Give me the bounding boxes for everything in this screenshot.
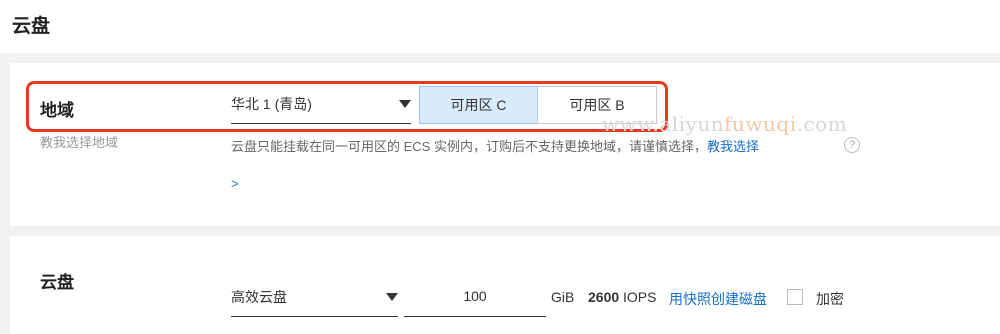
disk-label: 云盘 [40,273,74,292]
encrypt-checkbox[interactable] [787,289,803,305]
disk-type-value: 高效云盘 [231,289,287,305]
disk-size-input[interactable] [404,277,546,317]
watermark-suffix: .com [796,112,848,136]
iops-unit: IOPS [623,289,657,305]
encrypt-label: 加密 [816,291,844,307]
region-help-link[interactable]: 教我选择地域 [40,132,118,151]
size-unit: GiB [551,289,575,305]
snapshot-create-link[interactable]: 用快照创建磁盘 [669,289,767,309]
disk-size-field[interactable] [404,277,546,315]
chevron-down-icon [386,293,398,301]
help-icon[interactable]: ? [844,137,860,153]
watermark: www.aliyunfuwuqi.com [602,112,847,136]
page-title: 云盘 [12,16,51,37]
disk-type-select[interactable]: 高效云盘 [231,277,398,317]
watermark-accent: fuwuqi [724,112,797,136]
watermark-prefix: www.aliyun [602,112,725,136]
more-link[interactable]: > [231,176,239,191]
region-highlight-box [26,81,668,132]
iops-value: 2600 [588,289,620,305]
region-hint-text: 云盘只能挂载在同一可用区的 ECS 实例内，订购后不支持更换地域，请谨慎选择， [231,139,707,154]
region-hint-link[interactable]: 教我选择 [707,139,759,154]
region-hint: 云盘只能挂载在同一可用区的 ECS 实例内，订购后不支持更换地域，请谨慎选择，教… [231,136,759,155]
page-header: 云盘 [0,0,1000,53]
